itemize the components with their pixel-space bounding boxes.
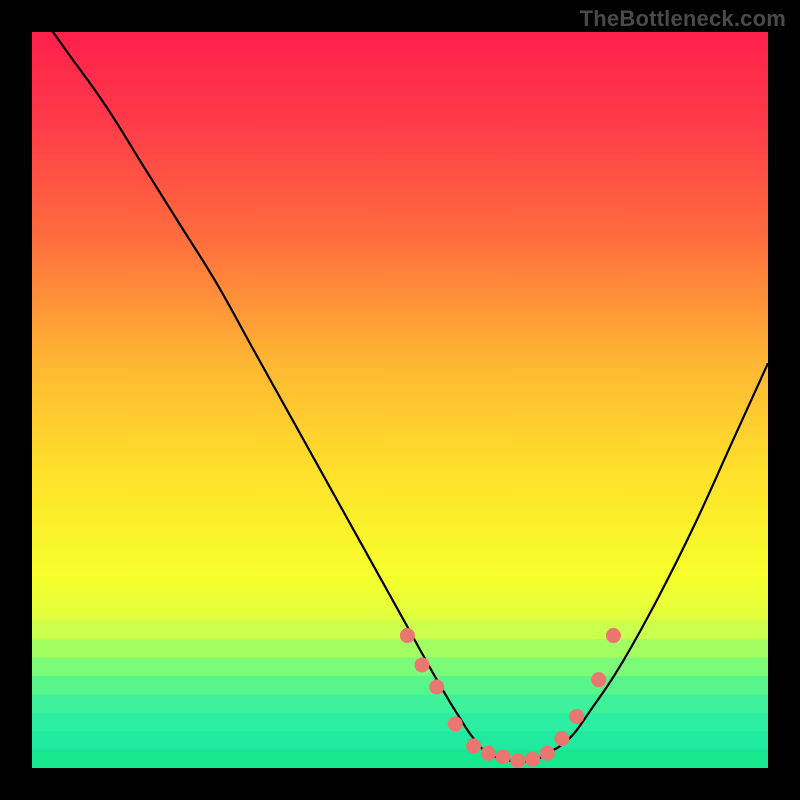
bottom-band <box>32 658 768 677</box>
bottom-band <box>32 731 768 750</box>
plot-area <box>32 32 768 768</box>
data-marker <box>429 680 444 695</box>
data-marker <box>540 746 555 761</box>
bottom-band <box>32 639 768 658</box>
data-marker <box>525 752 540 767</box>
data-marker <box>415 657 430 672</box>
data-marker <box>400 628 415 643</box>
data-marker <box>591 672 606 687</box>
data-marker <box>466 738 481 753</box>
bottom-band <box>32 676 768 695</box>
bottom-band <box>32 750 768 768</box>
bottom-green-bands <box>32 621 768 768</box>
data-marker <box>481 746 496 761</box>
data-marker <box>496 749 511 764</box>
data-marker <box>569 709 584 724</box>
bottom-band <box>32 694 768 713</box>
chart-frame: TheBottleneck.com <box>0 0 800 800</box>
bottleneck-chart <box>32 32 768 768</box>
watermark-text: TheBottleneck.com <box>580 6 786 32</box>
bottom-band <box>32 713 768 732</box>
data-marker <box>606 628 621 643</box>
data-marker <box>510 753 525 768</box>
data-marker <box>554 731 569 746</box>
data-marker <box>448 716 463 731</box>
